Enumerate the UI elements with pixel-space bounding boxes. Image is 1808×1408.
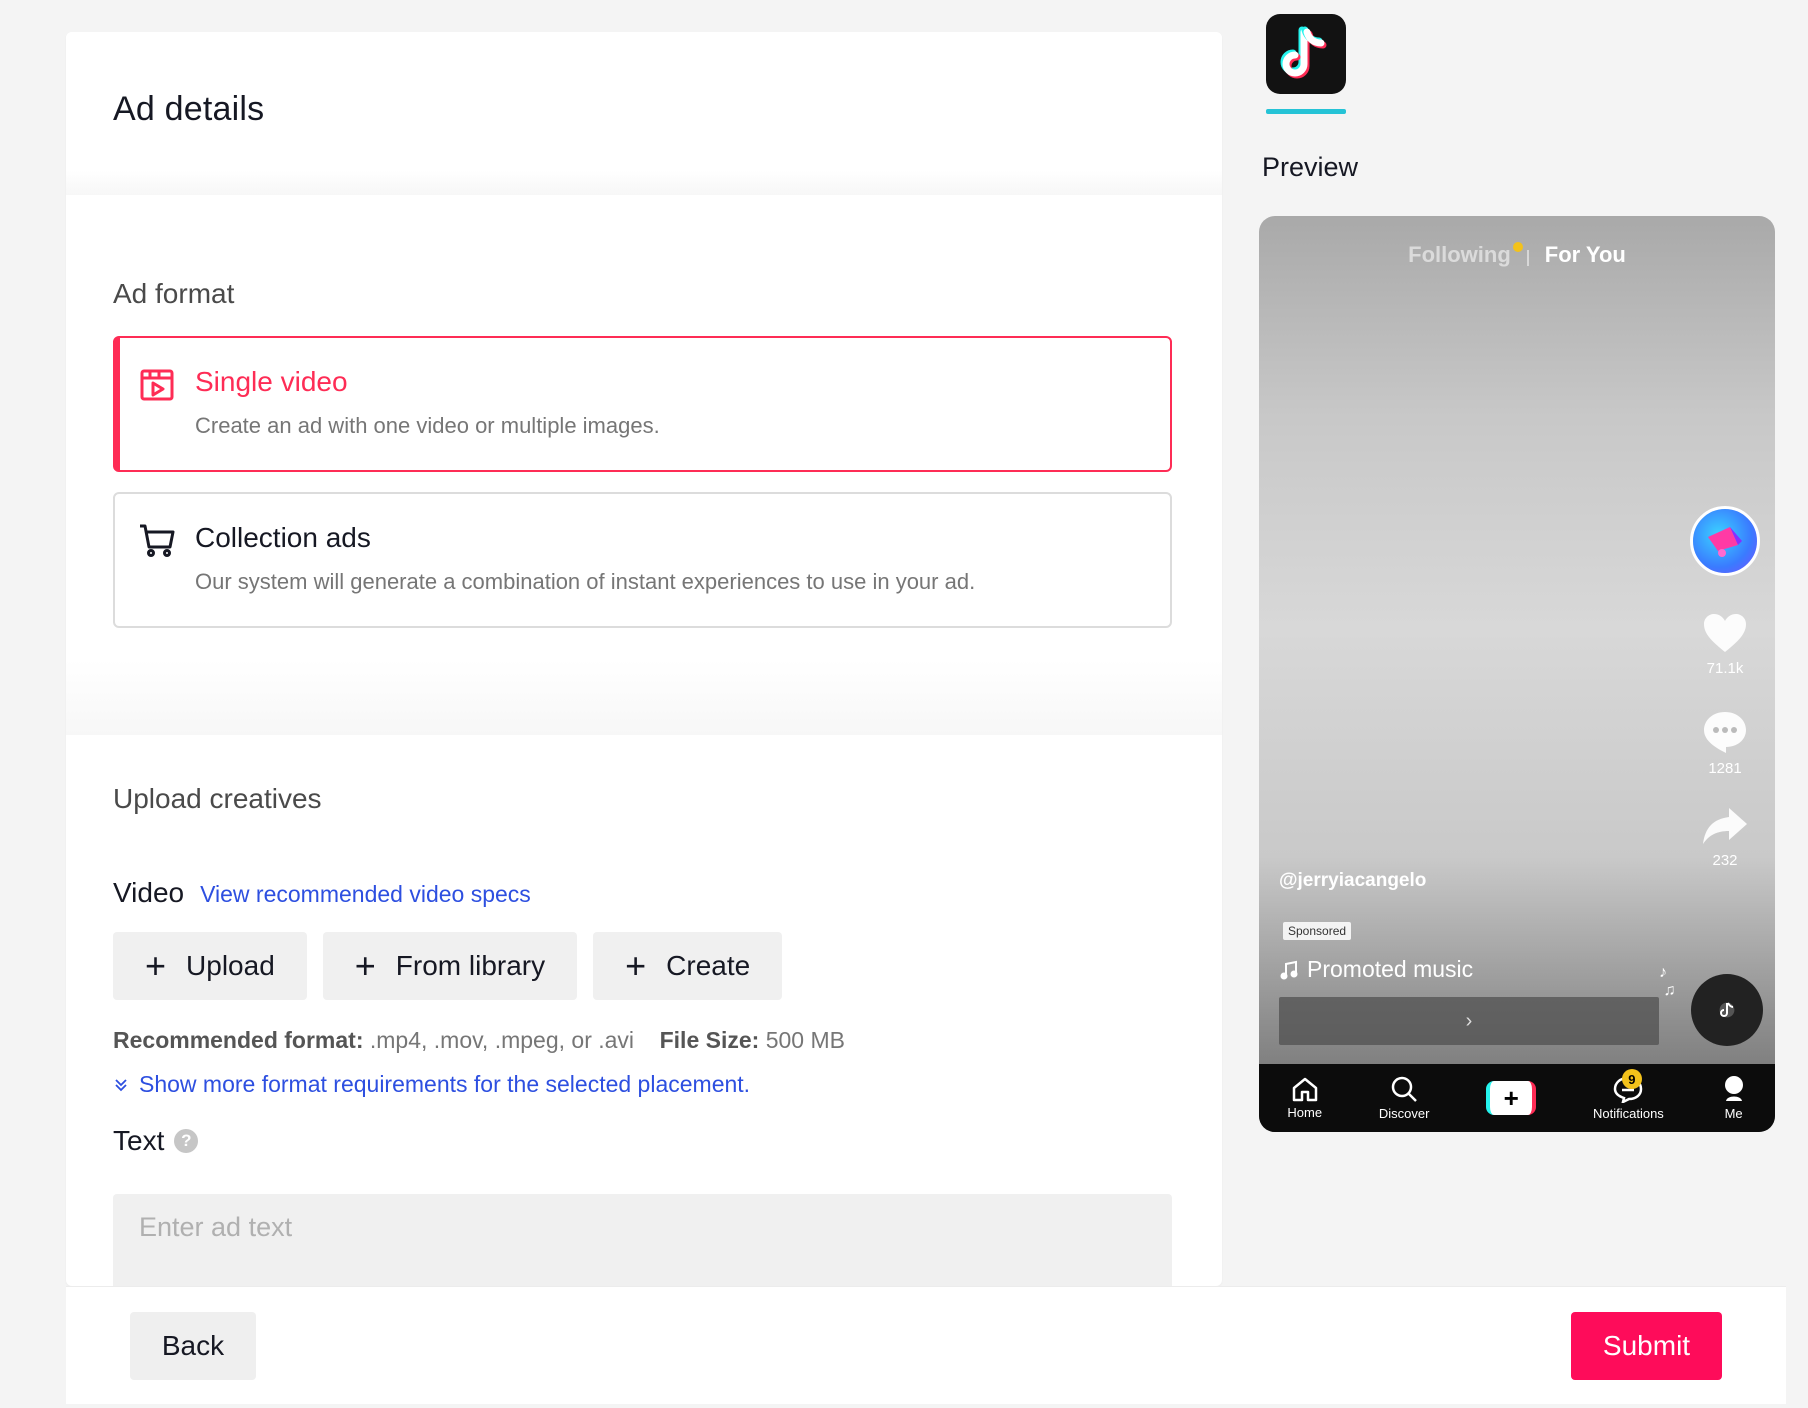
single-video-option[interactable]: Single video Create an ad with one video… [113, 336, 1172, 472]
single-video-description: Create an ad with one video or multiple … [195, 413, 660, 438]
create-plus-icon: + [1486, 1081, 1537, 1115]
phone-preview: Following For You 71.1k 1281 232 @jerryi… [1259, 216, 1775, 1132]
music-title: Promoted music [1307, 956, 1474, 982]
upload-creatives-title: Upload creatives [113, 783, 322, 814]
nav-home-label: Home [1287, 1105, 1323, 1120]
feed-tabs: Following For You [1259, 242, 1775, 268]
double-chevron-down-icon [115, 1078, 127, 1091]
heart-icon [1704, 614, 1746, 652]
upload-button-label: Upload [186, 950, 275, 981]
comment-icon [1704, 712, 1746, 753]
new-content-dot [1512, 242, 1523, 252]
floating-notes-icon: ♪ ♫ [1659, 964, 1676, 999]
nav-notifications: 9 Notifications [1593, 1069, 1664, 1121]
nav-notifications-label: Notifications [1593, 1106, 1664, 1121]
single-video-title: Single video [195, 366, 348, 397]
music-disc-icon [1691, 974, 1763, 1046]
ad-format-section: Ad format Single video Create an ad with… [66, 195, 1222, 735]
plus-icon: + [625, 945, 647, 986]
submit-button[interactable]: Submit [1571, 1312, 1722, 1380]
file-size-value: 500 MB [765, 1027, 845, 1053]
show-more-link[interactable]: Show more format requirements for the se… [113, 1071, 750, 1098]
collection-ads-option[interactable]: Collection ads Our system will generate … [113, 492, 1172, 628]
from-library-button-label: From library [395, 950, 546, 981]
ad-text-input[interactable]: Enter ad text [113, 1194, 1172, 1286]
music-row: Promoted music [1279, 956, 1473, 983]
music-note-icon [1280, 960, 1298, 979]
video-source-buttons: + Upload + From library + Create [113, 932, 798, 1000]
comment-count: 1281 [1708, 760, 1742, 777]
plus-icon: + [354, 945, 376, 986]
chevron-right-icon: › [1465, 1009, 1473, 1032]
profile-icon [1724, 1076, 1743, 1101]
create-button-label: Create [666, 950, 751, 981]
comment-action: 1281 [1679, 710, 1771, 777]
nav-home: Home [1287, 1076, 1322, 1120]
share-action: 232 [1679, 806, 1771, 869]
share-count: 232 [1712, 852, 1738, 869]
advertiser-avatar [1690, 506, 1760, 576]
plus-icon: + [145, 945, 167, 986]
create-button[interactable]: + Create [593, 932, 783, 1000]
from-library-button[interactable]: + From library [322, 932, 578, 1000]
panel-header: Ad details [66, 32, 1222, 195]
video-specs-link[interactable]: View recommended video specs [200, 881, 531, 908]
help-icon[interactable]: ? [174, 1129, 199, 1153]
format-label: Recommended format: [113, 1027, 364, 1053]
nav-discover-label: Discover [1378, 1106, 1430, 1121]
footer-bar: Back Submit [66, 1286, 1786, 1404]
nav-me: Me [1721, 1075, 1747, 1121]
bottom-navigation: Home Discover + 9 Notifications Me [1259, 1064, 1775, 1132]
like-action: 71.1k [1679, 612, 1771, 677]
notification-badge: 9 [1621, 1069, 1642, 1089]
tab-for-you: For You [1544, 242, 1626, 267]
collection-ads-title: Collection ads [195, 522, 371, 553]
like-count: 71.1k [1706, 660, 1744, 677]
format-requirements: Recommended format: .mp4, .mov, .mpeg, o… [113, 1027, 845, 1054]
tiktok-logo-icon [1280, 26, 1327, 79]
page-title: Ad details [113, 90, 265, 128]
show-more-label: Show more format requirements for the se… [139, 1071, 751, 1097]
nav-me-label: Me [1724, 1106, 1743, 1121]
search-icon [1391, 1076, 1418, 1102]
collection-ads-description: Our system will generate a combination o… [195, 569, 976, 594]
video-label: Video [113, 877, 185, 908]
nav-create: + [1486, 1081, 1537, 1115]
text-label: Text [113, 1125, 165, 1156]
file-size-label: File Size: [659, 1027, 760, 1053]
tab-active-indicator [1266, 109, 1346, 114]
video-frame-icon [140, 369, 174, 401]
video-row: Video View recommended video specs [113, 877, 531, 909]
ad-text-placeholder: Enter ad text [139, 1212, 293, 1242]
tab-following: Following [1408, 242, 1523, 268]
ad-details-panel: Ad details Ad format Single video Create… [66, 32, 1222, 1286]
home-icon [1292, 1077, 1317, 1102]
share-arrow-icon [1703, 808, 1747, 844]
tab-separator [1526, 250, 1529, 266]
cta-bar: › [1279, 997, 1659, 1045]
format-value: .mp4, .mov, .mpeg, or .avi [369, 1027, 635, 1053]
sponsored-badge: Sponsored [1283, 922, 1352, 940]
back-button[interactable]: Back [130, 1312, 256, 1380]
username: @jerryiacangelo [1279, 870, 1427, 891]
upload-button[interactable]: + Upload [113, 932, 307, 1000]
text-row: Text ? [113, 1125, 199, 1157]
cart-icon [140, 524, 175, 557]
ad-format-title: Ad format [113, 278, 235, 309]
tiktok-small-icon [1720, 1002, 1734, 1017]
nav-discover: Discover [1378, 1075, 1430, 1121]
tab-following-label: Following [1408, 242, 1511, 267]
tiktok-placement-tab[interactable] [1266, 14, 1346, 94]
preview-label: Preview [1262, 152, 1359, 182]
megaphone-icon [1708, 527, 1742, 557]
